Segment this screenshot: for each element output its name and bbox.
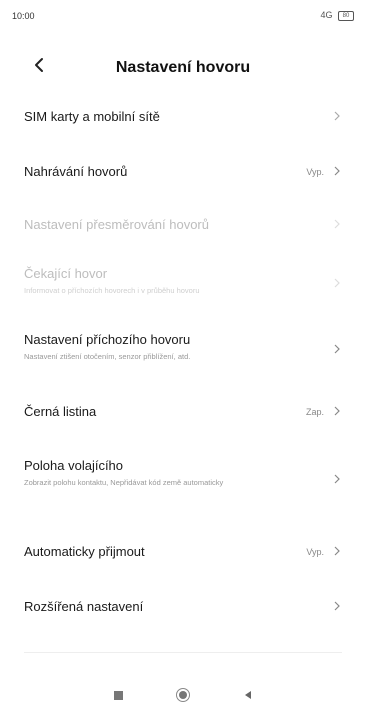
setting-call-waiting[interactable]: Čekající hovor Informovat o příchozích h… [0, 256, 366, 302]
setting-subtitle: Informovat o příchozích hovorech i v prů… [24, 286, 200, 295]
status-bar: 10:00 4G 80 [0, 0, 366, 30]
setting-sim-cards[interactable]: SIM karty a mobilní sítě [0, 96, 366, 136]
chevron-right-icon [332, 276, 342, 290]
setting-title: Automaticky přijmout [24, 544, 145, 559]
header: Nastavení hovoru [0, 46, 366, 86]
setting-title: Nastavení příchozího hovoru [24, 332, 191, 347]
setting-title: Poloha volajícího [24, 458, 124, 473]
chevron-right-icon [332, 217, 342, 231]
bottom-divider [24, 652, 342, 653]
battery-icon: 80 [338, 10, 354, 21]
setting-title: Nahrávání hovorů [24, 164, 128, 179]
setting-call-forwarding[interactable]: Nastavení přesměrování hovorů [0, 204, 366, 244]
setting-call-recording[interactable]: Nahrávání hovorů Vyp. [0, 151, 366, 191]
setting-blacklist[interactable]: Černá listina Zap. [0, 391, 366, 431]
back-nav-button[interactable] [233, 680, 263, 710]
chevron-right-icon [332, 472, 342, 486]
setting-subtitle: Zobrazit polohu kontaktu, Nepřidávat kód… [24, 478, 224, 487]
setting-auto-answer[interactable]: Automaticky přijmout Vyp. [0, 531, 366, 571]
setting-title: SIM karty a mobilní sítě [24, 109, 160, 124]
setting-value: Zap. [305, 407, 324, 417]
triangle-back-icon [245, 691, 251, 699]
setting-title: Rozšířená nastavení [24, 599, 144, 614]
setting-advanced[interactable]: Rozšířená nastavení [0, 586, 366, 626]
page-title: Nastavení hovoru [115, 59, 251, 76]
setting-incoming-call[interactable]: Nastavení příchozího hovoru Nastavení zt… [0, 322, 366, 368]
chevron-right-icon [332, 342, 342, 356]
square-icon [113, 690, 123, 700]
status-time: 10:00 [12, 11, 35, 21]
setting-subtitle: Nastavení ztišení otočením, senzor přibl… [24, 352, 191, 361]
chevron-right-icon [332, 164, 342, 178]
status-icons: 4G 80 [320, 10, 354, 21]
setting-value: Vyp. [306, 547, 324, 557]
setting-caller-location[interactable]: Poloha volajícího Zobrazit polohu kontak… [0, 448, 366, 508]
chevron-right-icon [332, 599, 342, 613]
recent-apps-button[interactable] [103, 680, 133, 710]
setting-value: Vyp. [306, 167, 324, 177]
chevron-right-icon [332, 544, 342, 558]
signal-icon: 4G [320, 10, 333, 20]
setting-title: Čekající hovor [24, 266, 108, 281]
home-button[interactable] [168, 680, 198, 710]
setting-title: Černá listina [24, 404, 97, 419]
chevron-right-icon [332, 404, 342, 418]
setting-title: Nastavení přesměrování hovorů [24, 217, 209, 232]
navigation-bar [0, 680, 366, 720]
chevron-right-icon [332, 109, 342, 123]
circle-home-icon [176, 688, 190, 702]
